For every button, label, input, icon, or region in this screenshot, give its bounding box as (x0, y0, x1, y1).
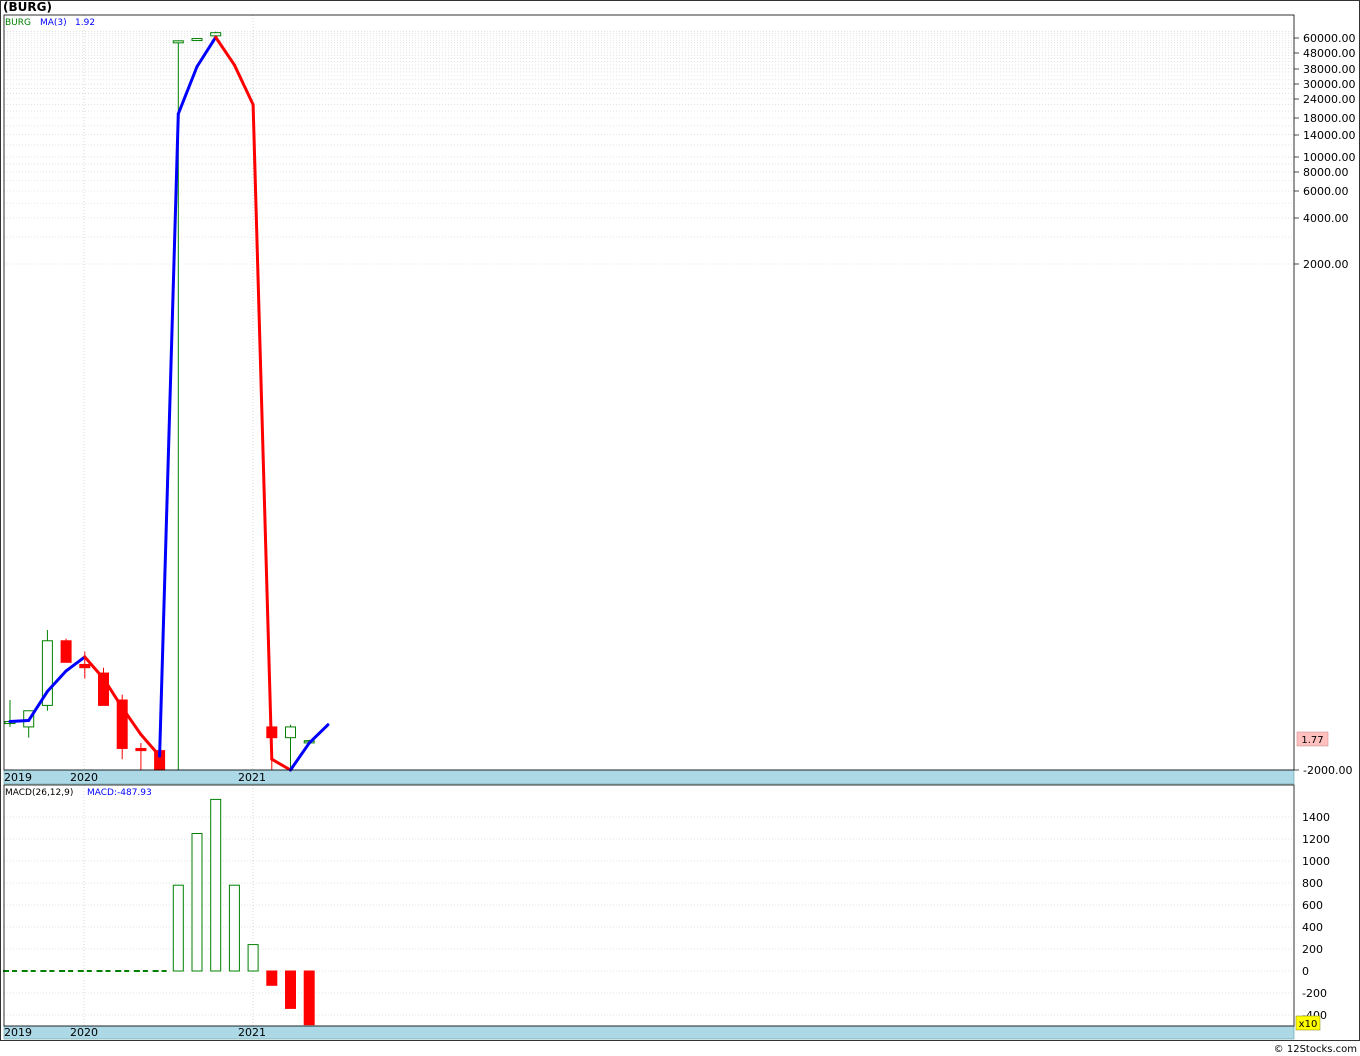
ma-value: 1.92 (75, 18, 95, 28)
candle-body (60, 640, 72, 663)
price-y-tick-label: 2000.00 (1303, 258, 1349, 271)
price-y-tick-label: 4000.00 (1303, 212, 1349, 225)
price-y-tick-label: 38000.00 (1303, 63, 1356, 76)
macd-bar (172, 884, 184, 972)
watermark: © 12Stocks.com (1274, 1044, 1357, 1055)
macd-x-axis-band (3, 1025, 1295, 1040)
macd-y-tick-label: 800 (1302, 877, 1323, 890)
macd-bar (191, 833, 203, 972)
price-y-tick-label: 8000.00 (1303, 166, 1349, 179)
macd-y-tick-label: 400 (1302, 921, 1323, 934)
macd-y-tick-label: 0 (1302, 965, 1309, 978)
macd-y-tick-label: 1400 (1302, 811, 1330, 824)
stock-chart: 60000.00 48000.00 38000.00 30000.00 24000.00… (0, 0, 1360, 1055)
ma-label: MA(3) (40, 18, 67, 28)
macd-value: MACD:-487.93 (87, 788, 152, 798)
last-price-label: 1.77 (1301, 735, 1323, 746)
symbol-label: BURG (5, 18, 31, 28)
candle-body (135, 747, 147, 752)
macd-y-tick-label: 600 (1302, 899, 1323, 912)
price-y-tick-label: 60000.00 (1303, 32, 1356, 45)
price-y-tick-label: 10000.00 (1303, 151, 1356, 164)
macd-bar (303, 970, 315, 1026)
price-y-tick-label: 30000.00 (1303, 78, 1356, 91)
macd-x-label: 2019 (4, 1026, 32, 1039)
candle-body (172, 40, 184, 44)
macd-bar (228, 884, 240, 972)
price-x-label: 2019 (4, 771, 32, 784)
price-x-label: 2021 (238, 771, 266, 784)
price-x-label: 2020 (70, 771, 98, 784)
x10-label: x10 (1299, 1019, 1318, 1030)
chart-title: (BURG) (3, 0, 52, 14)
candle-body (285, 726, 296, 739)
macd-y-tick-label: -200 (1302, 987, 1327, 1000)
macd-bar (247, 944, 259, 972)
macd-y-tick-label: 200 (1302, 943, 1323, 956)
price-y-tick-label: 48000.00 (1303, 47, 1356, 60)
price-x-axis-band (3, 769, 1295, 785)
price-y-tick-label: 18000.00 (1303, 112, 1356, 125)
macd-bar (210, 798, 222, 972)
macd-x-label: 2020 (70, 1026, 98, 1039)
candle-body (79, 663, 91, 669)
macd-bar (266, 970, 278, 986)
macd-bar (285, 970, 296, 1009)
macd-y-tick-label: 1000 (1302, 855, 1330, 868)
macd-panel-grid: 1400120010008006004002000-200-4002019 202… (3, 785, 1330, 1040)
price-y-tick-label: 6000.00 (1303, 185, 1349, 198)
candle-body (191, 38, 203, 42)
price-y-tick-label: -2000.00 (1303, 764, 1352, 777)
macd-x-label: 2021 (238, 1026, 266, 1039)
candle-body (210, 32, 222, 37)
macd-label: MACD(26,12,9) (5, 788, 73, 798)
price-panel-grid: 60000.00 48000.00 38000.00 30000.00 24000.00… (3, 15, 1356, 785)
ma-line-segment (8, 718, 31, 724)
price-y-tick-label: 24000.00 (1303, 93, 1356, 106)
macd-y-tick-label: 1200 (1302, 833, 1330, 846)
price-panel-bg (4, 15, 1294, 770)
price-y-tick-label: 14000.00 (1303, 129, 1356, 142)
